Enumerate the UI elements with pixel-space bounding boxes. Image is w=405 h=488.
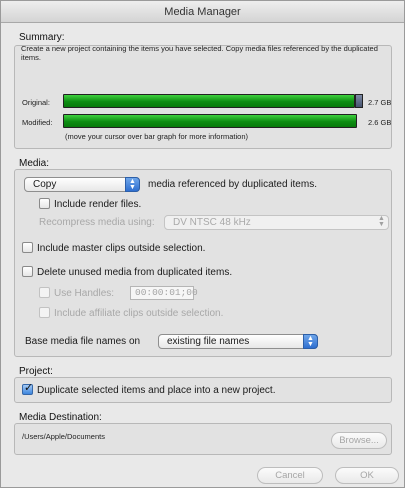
include-affiliate-checkbox[interactable]: [39, 307, 50, 318]
base-names-popup[interactable]: existing file names ▲ ▼: [158, 334, 318, 349]
include-master-checkbox[interactable]: [22, 242, 33, 253]
delete-unused-row[interactable]: Delete unused media from duplicated item…: [22, 266, 232, 279]
popup-arrows-icon: ▲ ▼: [125, 177, 140, 192]
delete-unused-checkbox[interactable]: [22, 266, 33, 277]
project-group: Duplicate selected items and place into …: [14, 377, 392, 403]
modified-size: 2.6 GB: [368, 118, 392, 127]
include-master-row[interactable]: Include master clips outside selection.: [22, 242, 205, 255]
ok-button[interactable]: OK: [335, 467, 399, 484]
media-manager-window: Media Manager Summary: Create a new proj…: [0, 0, 405, 488]
include-render-checkbox[interactable]: [39, 198, 50, 209]
media-mode-suffix: media referenced by duplicated items.: [148, 179, 317, 190]
recompress-value: DV NTSC 48 kHz: [173, 217, 251, 228]
project-label: Project:: [19, 366, 53, 377]
include-render-row[interactable]: Include render files.: [39, 198, 141, 211]
bar-graph-hint: (move your cursor over bar graph for mor…: [65, 132, 248, 141]
destination-path: /Users/Apple/Documents: [22, 432, 105, 441]
summary-description: Create a new project containing the item…: [21, 44, 378, 62]
base-names-value: existing file names: [167, 336, 250, 347]
base-names-label: Base media file names on: [25, 336, 141, 347]
popup-arrows-icon: ▲ ▼: [303, 334, 318, 349]
original-size: 2.7 GB: [368, 98, 392, 107]
duplicate-row[interactable]: Duplicate selected items and place into …: [22, 382, 276, 397]
summary-group: Create a new project containing the item…: [14, 44, 392, 149]
cancel-button[interactable]: Cancel: [257, 467, 323, 484]
duplicate-checkbox[interactable]: [22, 382, 33, 395]
include-master-label: Include master clips outside selection.: [37, 243, 206, 254]
recompress-popup[interactable]: DV NTSC 48 kHz ▲ ▼: [164, 215, 389, 230]
modified-label: Modified:: [22, 118, 53, 127]
popup-arrows-icon: ▲ ▼: [378, 215, 385, 228]
use-handles-row[interactable]: Use Handles:: [39, 287, 114, 300]
media-label: Media:: [19, 158, 50, 169]
media-mode-value: Copy: [33, 179, 57, 190]
handles-field[interactable]: 00:00:01;00: [130, 286, 198, 300]
media-mode-popup[interactable]: Copy ▲ ▼: [24, 177, 140, 192]
original-bar[interactable]: [63, 94, 355, 108]
use-handles-checkbox[interactable]: [39, 287, 50, 298]
destination-label: Media Destination:: [19, 412, 102, 423]
original-bar-cap: [355, 94, 363, 108]
recompress-label: Recompress media using:: [39, 217, 155, 228]
window-title: Media Manager: [1, 1, 404, 23]
modified-bar[interactable]: [63, 114, 357, 128]
include-affiliate-label: Include affiliate clips outside selectio…: [54, 308, 224, 319]
delete-unused-label: Delete unused media from duplicated item…: [37, 267, 233, 278]
destination-group: /Users/Apple/Documents Browse...: [14, 423, 392, 455]
include-affiliate-row[interactable]: Include affiliate clips outside selectio…: [39, 307, 223, 320]
media-group: Copy ▲ ▼ media referenced by duplicated i…: [14, 169, 392, 357]
browse-button[interactable]: Browse...: [331, 432, 387, 449]
original-label: Original:: [22, 98, 50, 107]
use-handles-label: Use Handles:: [54, 288, 115, 299]
summary-label: Summary:: [19, 32, 65, 43]
duplicate-label: Duplicate selected items and place into …: [37, 385, 276, 396]
include-render-label: Include render files.: [54, 199, 142, 210]
